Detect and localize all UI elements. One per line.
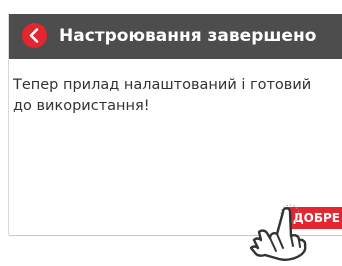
chevron-left-icon: [29, 28, 39, 43]
header-bar: Настроювання завершено: [9, 14, 342, 59]
dialog-screen: Настроювання завершено Тепер прилад нала…: [8, 14, 342, 236]
page-title: Настроювання завершено: [59, 26, 317, 46]
divider: [9, 235, 342, 236]
ok-button[interactable]: ДОБРЕ: [287, 207, 342, 229]
completion-message: Тепер прилад налаштований і готовий до в…: [13, 77, 312, 114]
back-button[interactable]: [22, 23, 47, 48]
